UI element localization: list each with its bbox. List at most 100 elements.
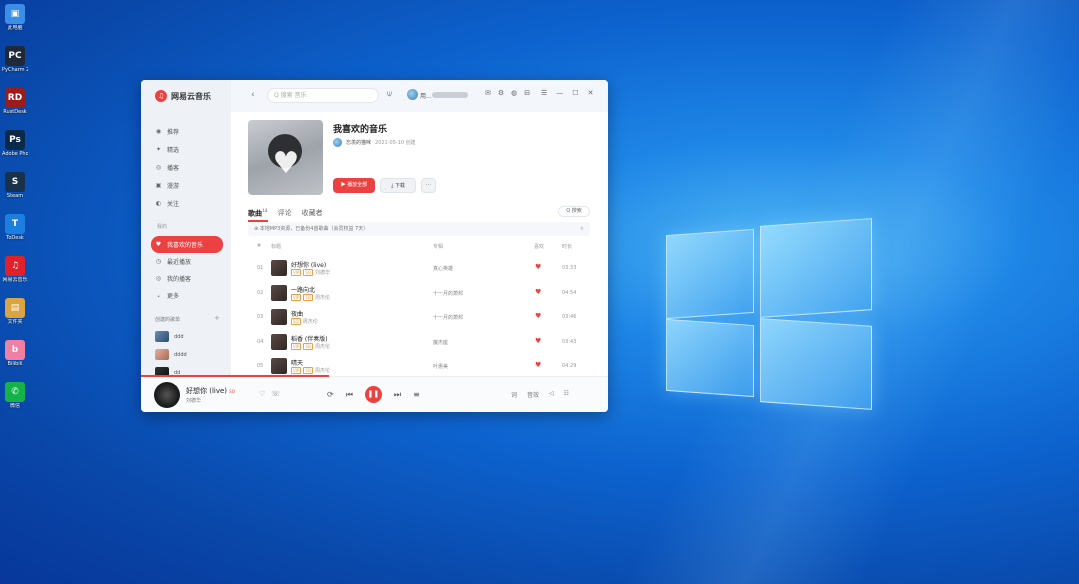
banner-close-icon[interactable]: × <box>580 222 584 236</box>
nav-item-podcast[interactable]: ◎ 播客 <box>155 158 179 176</box>
song-title[interactable]: 一路向北 <box>291 285 315 294</box>
col-album[interactable]: 专辑 <box>433 243 443 250</box>
nav-item-my-podcast[interactable]: ◎ 我的播客 <box>151 270 223 287</box>
vip-badge[interactable] <box>432 92 468 98</box>
song-duration: 04:29 <box>562 363 577 369</box>
liked-heart-icon[interactable]: ♥ <box>535 312 541 320</box>
nav-item-featured[interactable]: ✦ 精选 <box>155 140 179 158</box>
playlist-queue-icon[interactable]: ≡ <box>413 390 420 399</box>
playlist-item[interactable]: dddd <box>155 349 187 360</box>
queue-icon[interactable]: ☷ <box>564 390 569 399</box>
star-icon: ✦ <box>155 145 162 153</box>
desktop-icon[interactable]: ▤ 文件夹 <box>2 298 28 325</box>
maximize-icon[interactable]: ☐ <box>572 89 578 97</box>
player-right-controls: 词 音效 ◁ ☷ <box>511 390 569 399</box>
nav-item-more[interactable]: ⌄ 更多 <box>151 287 223 304</box>
close-icon[interactable]: ✕ <box>588 89 594 97</box>
playlist-cover[interactable]: ♥ <box>248 120 323 195</box>
play-all-button[interactable]: ▶ 播放全部 <box>333 178 375 193</box>
nav-item-follow[interactable]: ◐ 关注 <box>155 194 179 212</box>
volume-icon[interactable]: ◁ <box>549 390 554 399</box>
next-icon[interactable]: ⏭ <box>394 390 401 400</box>
repeat-icon[interactable]: ⟳ <box>327 390 334 399</box>
avatar[interactable] <box>407 89 418 100</box>
mail-icon[interactable]: ✉ <box>485 89 491 97</box>
desktop-icon[interactable]: ▣ 此电脑 <box>2 4 28 31</box>
mini-mode-icon[interactable]: ⊟ <box>524 89 530 97</box>
like-icon[interactable]: ♡ <box>259 390 265 398</box>
desktop-icon[interactable]: RD RustDesk <box>2 88 28 115</box>
nav-item-recommend[interactable]: ◉ 推荐 <box>155 122 179 140</box>
back-button[interactable]: ‹ <box>251 90 255 100</box>
song-album[interactable]: 叶惠美 <box>433 363 448 370</box>
now-playing-title[interactable]: 好想你 (live) SQ <box>186 386 235 396</box>
song-title[interactable]: 夜曲 <box>291 309 303 318</box>
song-album[interactable]: 真心英雄 <box>433 265 453 272</box>
app-icon: S <box>5 172 25 192</box>
sound-effect-button[interactable]: 音效 <box>527 390 539 399</box>
minimize-icon[interactable]: — <box>556 89 563 97</box>
desktop-icon[interactable]: ♫ 网易云音乐 <box>2 256 28 283</box>
song-duration: 03:43 <box>562 338 577 345</box>
song-artist[interactable]: 刘德华 <box>315 270 330 276</box>
desktop-icon[interactable]: PsAdobe Photoshop <box>2 130 28 157</box>
gear-icon[interactable]: ⚙ <box>498 89 504 97</box>
user-name[interactable]: 用... <box>420 91 432 100</box>
mic-icon[interactable]: ⍦ <box>387 89 392 99</box>
now-playing-cover[interactable] <box>154 382 180 408</box>
liked-heart-icon[interactable]: ♥ <box>535 263 541 271</box>
nav-item-liked-music[interactable]: ♥ 我喜欢的音乐 <box>151 236 223 253</box>
song-title[interactable]: 晴天 <box>291 358 303 367</box>
song-album[interactable]: 十一月的萧邦 <box>433 290 463 297</box>
lyrics-button[interactable]: 词 <box>511 390 517 399</box>
song-album[interactable]: 十一月的萧邦 <box>433 314 463 321</box>
desktop-icon[interactable]: PCPyCharm 2024.1.1 <box>2 46 28 73</box>
col-time[interactable]: 时长 <box>562 243 572 250</box>
pause-button[interactable]: ❚❚ <box>364 386 382 403</box>
download-button[interactable]: ⤓ 下载 <box>380 178 416 193</box>
nav-item-recent[interactable]: ◷ 最近播放 <box>151 253 223 270</box>
table-row[interactable]: 05 晴天 VIP SQ 周杰伦 叶惠美 ♥ 04:29 <box>248 354 590 376</box>
song-title[interactable]: 好想你 (live) <box>291 260 326 269</box>
table-row[interactable]: 04 稻香 (伴奏版) VIP SQ 周杰伦 魔杰座 ♥ 03:43 <box>248 330 590 354</box>
app-icon: ✆ <box>5 382 25 402</box>
liked-heart-icon[interactable]: ♥ <box>535 361 541 369</box>
creator-name[interactable]: 忘羡的猫咪 <box>346 139 371 146</box>
col-title[interactable]: 标题 <box>271 243 281 250</box>
brand[interactable]: ♫ 网易云音乐 <box>155 90 211 102</box>
song-artist[interactable]: 周杰伦 <box>303 319 318 325</box>
more-button[interactable]: ··· <box>421 178 436 193</box>
table-row[interactable]: 02 一路向北 VIP SQ 周杰伦 十一月的萧邦 ♥ 04:54 <box>248 281 590 305</box>
liked-heart-icon[interactable]: ♥ <box>535 337 541 345</box>
desktop-icon-label: Steam <box>6 193 24 199</box>
search-in-playlist-button[interactable]: Q 搜索 <box>558 206 590 217</box>
comment-icon[interactable]: ☏ <box>271 390 280 398</box>
tab-songs[interactable]: 歌曲14 <box>248 208 268 223</box>
menu-icon[interactable]: ☰ <box>541 89 547 97</box>
creator-avatar[interactable] <box>333 138 342 147</box>
song-artist[interactable]: 周杰伦 <box>315 344 330 350</box>
song-tag: SQ <box>303 293 314 301</box>
song-title[interactable]: 稻香 (伴奏版) <box>291 334 328 343</box>
previous-icon[interactable]: ⏮ <box>346 390 353 400</box>
playlist-item[interactable]: ddd <box>155 331 184 342</box>
liked-heart-icon[interactable]: ♥ <box>535 288 541 296</box>
table-row[interactable]: 01 好想你 (live) VIP SQ 刘德华 真心英雄 ♥ 03:33 <box>248 256 590 280</box>
nav-item-roam[interactable]: ▣ 漫游 <box>155 176 179 194</box>
app-icon: b <box>5 340 25 360</box>
desktop-icon[interactable]: b Bilibili <box>2 340 28 367</box>
desktop-icon[interactable]: T ToDesk <box>2 214 28 241</box>
desktop-icon[interactable]: S Steam <box>2 172 28 199</box>
tab-comments[interactable]: 评论 <box>278 208 292 222</box>
progress-bar[interactable] <box>141 375 329 377</box>
table-row[interactable]: 03 夜曲 SQ 周杰伦 十一月的萧邦 ♥ 03:46 <box>248 305 590 329</box>
song-album[interactable]: 魔杰座 <box>433 339 448 346</box>
song-artist[interactable]: 周杰伦 <box>315 368 330 374</box>
desktop-icon[interactable]: ✆ 微信 <box>2 382 28 409</box>
skin-icon[interactable]: ◍ <box>511 89 517 97</box>
add-playlist-button[interactable]: + <box>214 314 220 322</box>
tab-collectors[interactable]: 收藏者 <box>302 208 323 222</box>
song-artist[interactable]: 周杰伦 <box>315 295 330 301</box>
search-input[interactable]: Q 搜索 音乐 <box>267 88 379 103</box>
now-playing-artist[interactable]: 刘德华 <box>186 397 201 404</box>
